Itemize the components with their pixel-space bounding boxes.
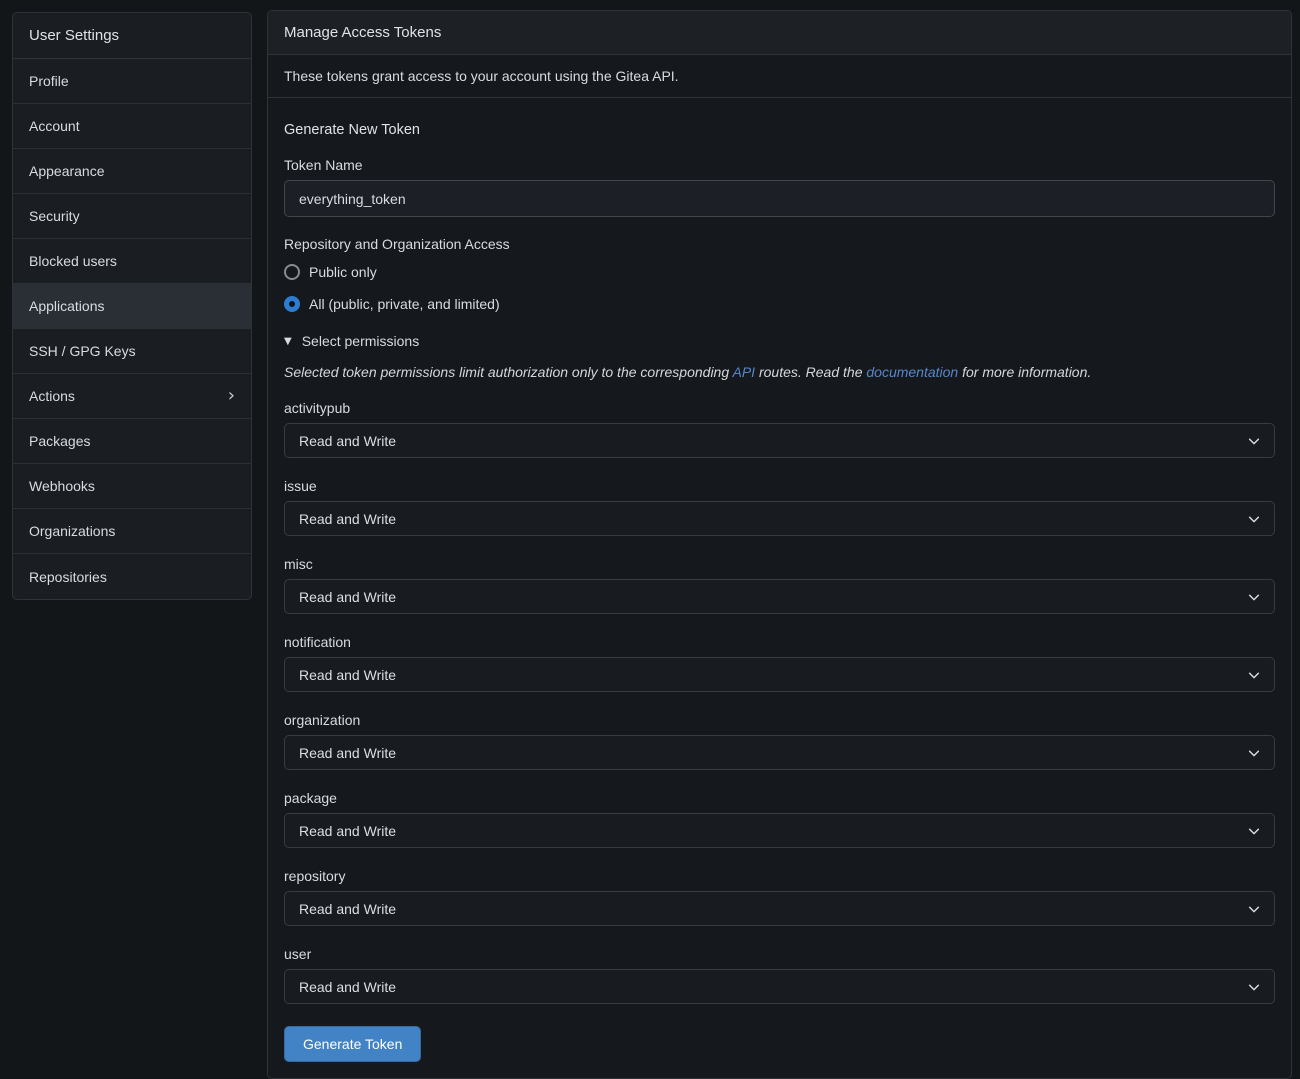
perm-select-notification[interactable]: Read and Write bbox=[284, 657, 1275, 692]
sidebar-item-label: Security bbox=[29, 208, 80, 224]
sidebar-item-security[interactable]: Security bbox=[13, 194, 251, 239]
perm-select-repository[interactable]: Read and Write bbox=[284, 891, 1275, 926]
perm-label-user: user bbox=[284, 946, 1275, 962]
radio-label: All (public, private, and limited) bbox=[309, 296, 500, 312]
perm-label-notification: notification bbox=[284, 634, 1275, 650]
chevron-down-icon bbox=[1247, 512, 1261, 526]
sidebar-item-organizations[interactable]: Organizations bbox=[13, 509, 251, 554]
radio-public-only[interactable]: Public only bbox=[284, 259, 1275, 285]
sidebar-item-account[interactable]: Account bbox=[13, 104, 251, 149]
repo-org-access-label: Repository and Organization Access bbox=[284, 236, 1275, 252]
perm-select-organization[interactable]: Read and Write bbox=[284, 735, 1275, 770]
select-permissions-toggle[interactable]: ▼ Select permissions bbox=[284, 333, 1275, 349]
sidebar-item-label: SSH / GPG Keys bbox=[29, 343, 136, 359]
perm-label-organization: organization bbox=[284, 712, 1275, 728]
select-value: Read and Write bbox=[299, 901, 396, 917]
perm-select-misc[interactable]: Read and Write bbox=[284, 579, 1275, 614]
select-value: Read and Write bbox=[299, 667, 396, 683]
chevron-down-icon bbox=[1247, 590, 1261, 604]
sidebar-item-label: Blocked users bbox=[29, 253, 117, 269]
tokens-description: These tokens grant access to your accoun… bbox=[268, 55, 1291, 98]
perm-label-activitypub: activitypub bbox=[284, 400, 1275, 416]
chevron-down-icon bbox=[1247, 824, 1261, 838]
token-name-input[interactable] bbox=[284, 180, 1275, 217]
perm-select-package[interactable]: Read and Write bbox=[284, 813, 1275, 848]
perm-select-issue[interactable]: Read and Write bbox=[284, 501, 1275, 536]
perm-select-activitypub[interactable]: Read and Write bbox=[284, 423, 1275, 458]
note-text: routes. Read the bbox=[755, 364, 866, 380]
chevron-down-icon bbox=[1247, 668, 1261, 682]
generate-new-token-heading: Generate New Token bbox=[284, 122, 1275, 138]
generate-token-button[interactable]: Generate Token bbox=[284, 1026, 421, 1062]
manage-access-tokens-panel: Manage Access Tokens These tokens grant … bbox=[267, 10, 1292, 1079]
sidebar-item-profile[interactable]: Profile bbox=[13, 59, 251, 104]
token-name-label: Token Name bbox=[284, 157, 1275, 173]
permissions-note: Selected token permissions limit authori… bbox=[284, 364, 1275, 380]
chevron-down-icon bbox=[1247, 902, 1261, 916]
note-text: for more information. bbox=[958, 364, 1091, 380]
sidebar-item-repositories[interactable]: Repositories bbox=[13, 554, 251, 599]
sidebar-title: User Settings bbox=[13, 13, 251, 59]
note-text: Selected token permissions limit authori… bbox=[284, 364, 733, 380]
sidebar-item-packages[interactable]: Packages bbox=[13, 419, 251, 464]
perm-label-issue: issue bbox=[284, 478, 1275, 494]
sidebar-item-ssh-gpg-keys[interactable]: SSH / GPG Keys bbox=[13, 329, 251, 374]
chevron-down-icon bbox=[1247, 746, 1261, 760]
select-value: Read and Write bbox=[299, 745, 396, 761]
select-value: Read and Write bbox=[299, 589, 396, 605]
select-permissions-label: Select permissions bbox=[302, 333, 420, 349]
documentation-link[interactable]: documentation bbox=[866, 364, 958, 380]
sidebar-item-label: Actions bbox=[29, 388, 75, 404]
sidebar-item-label: Applications bbox=[29, 298, 105, 314]
radio-selected-icon[interactable] bbox=[284, 296, 300, 312]
sidebar-item-label: Repositories bbox=[29, 569, 107, 585]
select-value: Read and Write bbox=[299, 433, 396, 449]
radio-unselected-icon[interactable] bbox=[284, 264, 300, 280]
chevron-down-icon bbox=[1247, 980, 1261, 994]
chevron-down-icon bbox=[1247, 434, 1261, 448]
api-link[interactable]: API bbox=[733, 364, 756, 380]
select-value: Read and Write bbox=[299, 979, 396, 995]
sidebar-item-label: Organizations bbox=[29, 523, 115, 539]
perm-label-package: package bbox=[284, 790, 1275, 806]
chevron-right-icon: › bbox=[228, 390, 235, 402]
caret-down-icon: ▼ bbox=[284, 336, 292, 347]
perm-label-misc: misc bbox=[284, 556, 1275, 572]
sidebar-item-blocked-users[interactable]: Blocked users bbox=[13, 239, 251, 284]
perm-label-repository: repository bbox=[284, 868, 1275, 884]
page-title: Manage Access Tokens bbox=[268, 11, 1291, 55]
radio-label: Public only bbox=[309, 264, 377, 280]
settings-sidebar: User Settings Profile Account Appearance… bbox=[12, 12, 252, 600]
sidebar-item-actions[interactable]: Actions › bbox=[13, 374, 251, 419]
generate-token-form: Generate New Token Token Name Repository… bbox=[268, 98, 1291, 1078]
sidebar-item-label: Profile bbox=[29, 73, 69, 89]
select-value: Read and Write bbox=[299, 511, 396, 527]
radio-all-access[interactable]: All (public, private, and limited) bbox=[284, 291, 1275, 317]
sidebar-item-label: Packages bbox=[29, 433, 90, 449]
sidebar-item-label: Webhooks bbox=[29, 478, 95, 494]
sidebar-item-appearance[interactable]: Appearance bbox=[13, 149, 251, 194]
sidebar-item-webhooks[interactable]: Webhooks bbox=[13, 464, 251, 509]
sidebar-item-applications[interactable]: Applications bbox=[13, 284, 251, 329]
perm-select-user[interactable]: Read and Write bbox=[284, 969, 1275, 1004]
sidebar-item-label: Account bbox=[29, 118, 80, 134]
select-value: Read and Write bbox=[299, 823, 396, 839]
sidebar-item-label: Appearance bbox=[29, 163, 105, 179]
